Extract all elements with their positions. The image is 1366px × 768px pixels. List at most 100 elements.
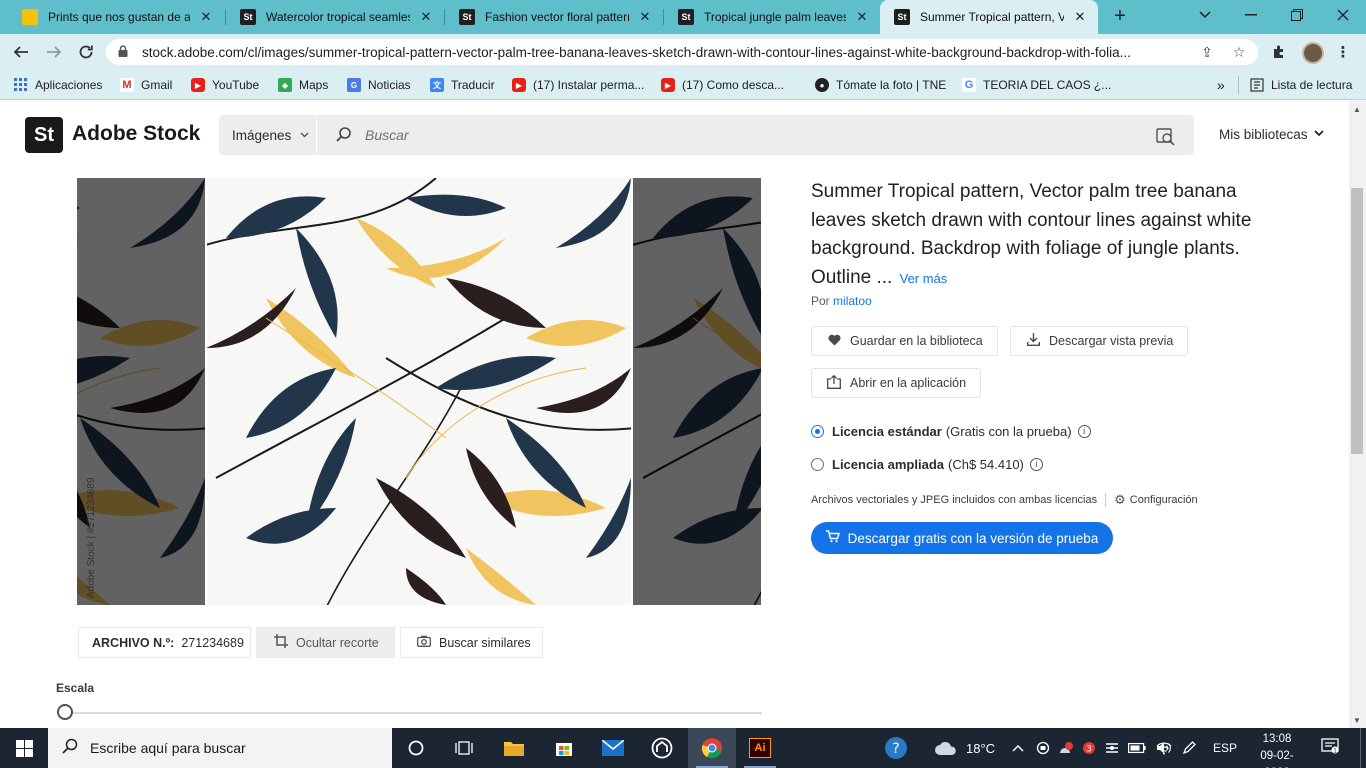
bitdefender-button[interactable] [638, 728, 686, 768]
tab-4[interactable]: St Tropical jungle palm leaves ✕ [664, 0, 880, 34]
notification-badge-icon[interactable]: 3 [1082, 728, 1096, 768]
bookmark-youtube[interactable]: ▶ YouTube [191, 76, 259, 94]
configuration-link[interactable]: Configuración [1130, 494, 1198, 506]
illustrator-button[interactable]: Ai [736, 728, 784, 768]
scrollbar-thumb[interactable] [1351, 188, 1363, 454]
reading-list-button[interactable]: Lista de lectura [1250, 76, 1352, 94]
author-link[interactable]: milatoo [833, 294, 872, 308]
kebab-menu-icon[interactable]: ⋮ [1334, 43, 1352, 61]
info-icon[interactable]: i [1077, 425, 1091, 438]
download-preview-button[interactable]: Descargar vista previa [1010, 326, 1189, 356]
pen-icon[interactable] [1182, 728, 1196, 768]
address-bar[interactable]: stock.adobe.com/cl/images/summer-tropica… [106, 39, 1258, 65]
restore-button[interactable] [1274, 0, 1320, 30]
adobe-stock-icon: St [894, 9, 910, 25]
bookmark-gmail[interactable]: M Gmail [120, 76, 172, 94]
taskbar-search[interactable]: Escribe aquí para buscar [48, 728, 392, 768]
open-in-app-icon [827, 374, 841, 392]
profile-avatar[interactable] [1302, 42, 1324, 64]
wifi-icon[interactable] [1156, 728, 1172, 768]
reload-button[interactable] [74, 40, 98, 64]
adobe-stock-wordmark[interactable]: Adobe Stock [72, 122, 200, 146]
asset-preview-image[interactable]: Adobe Stock | #271234689 [77, 178, 761, 605]
search-icon [62, 738, 78, 759]
back-button[interactable] [9, 40, 33, 64]
tab-3[interactable]: St Fashion vector floral pattern ✕ [445, 0, 663, 34]
cortana-circle-icon [408, 740, 424, 756]
tab-search-button[interactable] [1182, 0, 1228, 30]
tab-active[interactable]: St Summer Tropical pattern, Ve ✕ [880, 0, 1098, 34]
close-icon[interactable]: ✕ [637, 9, 653, 25]
bookmark-news[interactable]: G Noticias [347, 76, 411, 94]
bookmark-star-icon[interactable]: ☆ [1230, 43, 1248, 61]
standard-license-radio[interactable] [811, 425, 824, 438]
help-tray-icon[interactable]: ? [884, 728, 908, 768]
download-free-trial-button[interactable]: Descargar gratis con la versión de prueb… [811, 522, 1113, 554]
bookmark-caos[interactable]: G TEORIA DEL CAOS ¿... [962, 76, 1111, 94]
network-bluetooth-icon[interactable] [1104, 728, 1120, 768]
page-scrollbar[interactable]: ▲ ▼ [1349, 100, 1366, 728]
bookmark-translate[interactable]: 文 Traducir [430, 76, 495, 94]
bookmark-tne[interactable]: ● Tómate la foto | TNE [815, 76, 946, 94]
scale-slider-track[interactable] [72, 712, 762, 714]
close-icon[interactable]: ✕ [418, 9, 434, 25]
save-to-library-button[interactable]: Guardar en la biblioteca [811, 326, 998, 356]
find-similar-button[interactable]: Buscar similares [400, 627, 543, 658]
libraries-menu[interactable]: Mis bibliotecas [1219, 127, 1324, 142]
search-icon [336, 127, 351, 142]
input-language[interactable]: ESP [1213, 728, 1237, 768]
minimize-button[interactable] [1228, 0, 1274, 30]
task-view-button[interactable] [440, 728, 488, 768]
clock-date: 09-02-2022 [1260, 750, 1294, 768]
search-input[interactable] [365, 115, 1125, 155]
tab-2[interactable]: St Watercolor tropical seamles ✕ [226, 0, 444, 34]
bookmark-label: Traducir [451, 78, 495, 92]
globe-icon: ● [815, 78, 829, 92]
close-icon[interactable]: ✕ [854, 9, 870, 25]
new-tab-button[interactable]: + [1108, 5, 1132, 29]
extended-license-option[interactable]: Licencia ampliada (Ch$ 54.410) i [811, 457, 1043, 472]
action-center-button[interactable]: 1 [1320, 738, 1340, 758]
more-bookmarks-button[interactable]: » [1217, 76, 1225, 94]
bookmark-youtube-download[interactable]: ▶ (17) Como desca... [661, 76, 784, 94]
extended-license-radio[interactable] [811, 458, 824, 471]
info-icon[interactable]: i [1029, 458, 1043, 471]
bookmark-youtube-install[interactable]: ▶ (17) Instalar perma... [512, 76, 644, 94]
scroll-down-arrow-icon[interactable]: ▼ [1353, 716, 1361, 725]
file-explorer-button[interactable] [490, 728, 538, 768]
see-more-link[interactable]: Ver más [900, 271, 948, 286]
visual-search-icon[interactable] [1156, 126, 1176, 146]
show-desktop-button[interactable] [1360, 728, 1366, 768]
mail-button[interactable] [589, 728, 637, 768]
weather-temperature: 18°C [966, 740, 996, 756]
taskbar-search-placeholder: Escribe aquí para buscar [90, 740, 246, 756]
bookmark-maps[interactable]: ◆ Maps [278, 76, 328, 94]
antivirus-alert-icon[interactable] [1058, 728, 1074, 768]
close-icon[interactable]: ✕ [198, 9, 214, 25]
weather-widget[interactable]: 18°C [934, 728, 995, 768]
bookmark-apps[interactable]: Aplicaciones [14, 76, 102, 94]
show-hidden-icons-chevron-up-icon[interactable] [1012, 728, 1024, 768]
close-window-button[interactable] [1320, 0, 1366, 30]
category-select[interactable]: Imágenes [219, 115, 317, 155]
standard-license-option[interactable]: Licencia estándar (Gratis con la prueba)… [811, 424, 1091, 439]
gear-icon[interactable]: ⚙ [1114, 492, 1126, 508]
open-in-app-button[interactable]: Abrir en la aplicación [811, 368, 982, 398]
system-clock[interactable]: 13:08 09-02-2022 [1250, 731, 1304, 768]
scale-slider-handle[interactable] [57, 704, 73, 720]
forward-button[interactable] [42, 40, 66, 64]
bookmark-label: (17) Como desca... [682, 78, 785, 92]
start-button[interactable] [0, 728, 48, 768]
share-icon[interactable]: ⇪ [1198, 43, 1216, 61]
store-button[interactable] [540, 728, 588, 768]
close-icon[interactable]: ✕ [1072, 9, 1088, 25]
cortana-button[interactable] [392, 728, 440, 768]
meet-now-icon[interactable] [1036, 728, 1050, 768]
scroll-up-arrow-icon[interactable]: ▲ [1353, 105, 1361, 114]
chrome-button[interactable] [688, 728, 736, 768]
adobe-stock-logo[interactable]: St [25, 117, 63, 153]
tab-1[interactable]: Prints que nos gustan de ad ✕ [8, 0, 224, 34]
extensions-puzzle-icon[interactable] [1270, 43, 1288, 61]
hide-crop-button[interactable]: Ocultar recorte [256, 627, 395, 658]
open-in-app-label: Abrir en la aplicación [850, 376, 967, 390]
